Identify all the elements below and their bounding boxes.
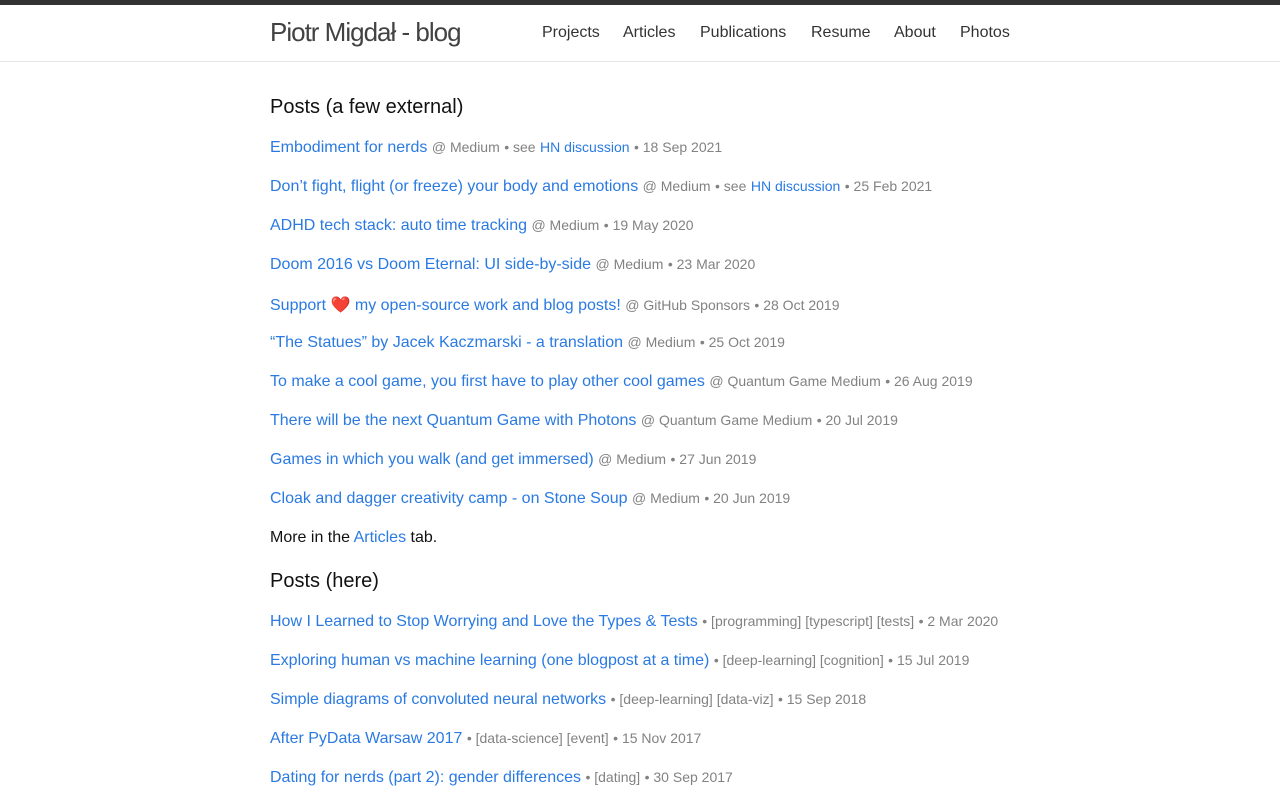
post-tags: • [dating] [585,769,641,785]
list-item: To make a cool game, you first have to p… [270,373,973,391]
list-item: Games in which you walk (and get immerse… [270,451,756,469]
sponsor-link[interactable]: Support ❤️ my open-source work and blog … [270,297,621,314]
post-title-link[interactable]: To make a cool game, you first have to p… [270,373,705,390]
post-tags: • [deep-learning] [cognition] [713,652,884,668]
hn-discussion-link[interactable]: HN discussion [540,139,629,155]
post-date: • 20 Jul 2019 [816,412,898,428]
more-pre: More in the [270,529,351,546]
post-date: • 28 Oct 2019 [754,297,840,313]
post-title-link[interactable]: There will be the next Quantum Game with… [270,412,636,429]
post-tags: • [data-science] [event] [466,730,609,746]
more-articles-note: More in the Articles tab. [270,529,437,547]
list-item: ADHD tech stack: auto time tracking @ Me… [270,217,694,235]
list-item: Support ❤️ my open-source work and blog … [270,295,840,315]
post-source: @ Medium [642,178,711,194]
post-date: • 27 Jun 2019 [670,451,757,467]
nav-articles[interactable]: Articles [623,24,675,42]
post-title-link[interactable]: How I Learned to Stop Worrying and Love … [270,613,698,630]
section-heading-here: Posts (here) [270,570,379,592]
post-title-link[interactable]: Dating for nerds (part 2): gender differ… [270,769,581,786]
nav-resume[interactable]: Resume [811,24,871,42]
post-title-link[interactable]: Games in which you walk (and get immerse… [270,451,594,468]
nav-about[interactable]: About [894,24,936,42]
articles-tab-link[interactable]: Articles [354,529,406,546]
sponsor-title-pre: Support [270,297,327,314]
sponsor-title-post: my open-source work and blog posts! [354,297,621,314]
nav-publications[interactable]: Publications [700,24,786,42]
post-source: @ Medium [431,139,500,155]
list-item: “The Statues” by Jacek Kaczmarski - a tr… [270,334,785,352]
post-source: @ GitHub Sponsors [625,297,750,313]
post-source: @ Quantum Game Medium [709,373,881,389]
post-date: • 25 Oct 2019 [699,334,785,350]
post-date: • 15 Sep 2018 [777,691,867,707]
post-date: • 25 Feb 2021 [844,178,933,194]
list-item: Doom 2016 vs Doom Eternal: UI side-by-si… [270,256,755,274]
post-title-link[interactable]: Simple diagrams of convoluted neural net… [270,691,606,708]
list-item: Embodiment for nerds @ Medium • see HN d… [270,139,722,157]
list-item: How I Learned to Stop Worrying and Love … [270,613,998,631]
post-date: • 20 Jun 2019 [704,490,791,506]
post-title-link[interactable]: Exploring human vs machine learning (one… [270,652,709,669]
post-title-link[interactable]: Embodiment for nerds [270,139,427,156]
post-date: • 18 Sep 2021 [633,139,723,155]
heart-icon: ❤️ [330,297,351,314]
hn-discussion-link[interactable]: HN discussion [751,178,840,194]
post-see: • see [715,178,747,194]
list-item: Exploring human vs machine learning (one… [270,652,969,670]
nav-projects[interactable]: Projects [542,24,600,42]
section-heading-external: Posts (a few external) [270,96,464,118]
post-source: @ Quantum Game Medium [640,412,813,428]
nav-photos[interactable]: Photos [960,24,1010,42]
post-date: • 19 May 2020 [603,217,694,233]
list-item: After PyData Warsaw 2017 • [data-science… [270,730,701,748]
post-title-link[interactable]: Cloak and dagger creativity camp - on St… [270,490,628,507]
post-source: @ Medium [595,256,664,272]
list-item: Dating for nerds (part 2): gender differ… [270,769,733,787]
post-title-link[interactable]: Doom 2016 vs Doom Eternal: UI side-by-si… [270,256,591,273]
post-date: • 15 Nov 2017 [613,730,702,746]
list-item: Don’t fight, flight (or freeze) your bod… [270,178,932,196]
post-date: • 26 Aug 2019 [885,373,973,389]
post-date: • 15 Jul 2019 [888,652,970,668]
site-title-link[interactable]: Piotr Migdał - blog [270,17,462,48]
more-post: tab. [410,529,438,546]
list-item: There will be the next Quantum Game with… [270,412,898,430]
post-source: @ Medium [627,334,696,350]
post-source: @ Medium [531,217,600,233]
list-item: Simple diagrams of convoluted neural net… [270,691,866,709]
post-date: • 30 Sep 2017 [644,769,733,785]
list-item: Cloak and dagger creativity camp - on St… [270,490,790,508]
post-title-link[interactable]: ADHD tech stack: auto time tracking [270,217,527,234]
post-source: @ Medium [632,490,700,506]
post-source: @ Medium [598,451,667,467]
post-title-link[interactable]: Don’t fight, flight (or freeze) your bod… [270,178,638,195]
site-header: Piotr Migdał - blog Projects Articles Pu… [0,5,1280,62]
post-title-link[interactable]: “The Statues” by Jacek Kaczmarski - a tr… [270,334,623,351]
post-tags: • [deep-learning] [data-viz] [610,691,774,707]
post-see: • see [504,139,536,155]
post-title-link[interactable]: After PyData Warsaw 2017 [270,730,462,747]
post-date: • 23 Mar 2020 [667,256,756,272]
post-tags: • [programming] [typescript] [tests] [702,613,915,629]
post-date: • 2 Mar 2020 [918,613,999,629]
